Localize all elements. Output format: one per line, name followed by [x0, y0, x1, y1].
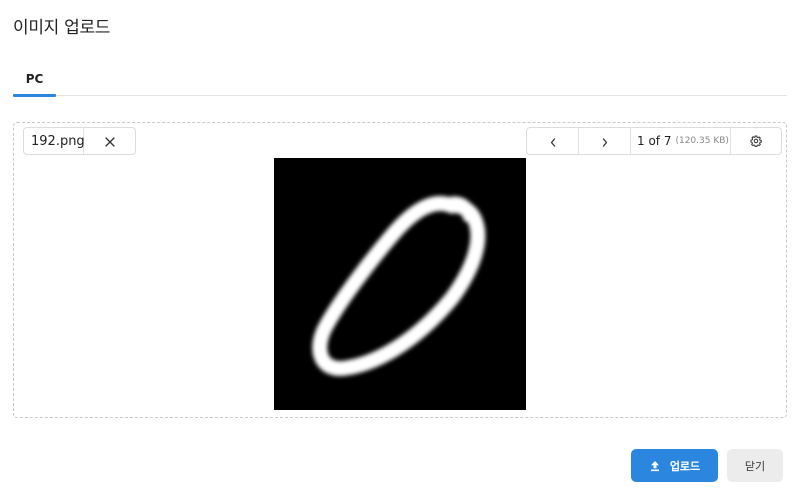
dialog-title: 이미지 업로드 [13, 18, 111, 38]
next-image-button[interactable] [579, 128, 631, 154]
tab-pc-label: PC [25, 72, 44, 86]
page-counter: 1 of 7 [637, 134, 672, 148]
file-chip: 192.png [23, 127, 136, 155]
image-pager: 1 of 7 (120.35 KB) [526, 127, 782, 155]
upload-button-label: 업로드 [669, 459, 701, 473]
handwritten-digit-zero-image [274, 158, 526, 410]
remove-file-button[interactable] [84, 128, 135, 154]
image-upload-dialog: 이미지 업로드 PC 192.png 1 of 7 (120.35 KB) 업로… [0, 0, 801, 493]
upload-button[interactable]: 업로드 [631, 449, 718, 482]
file-name: 192.png [24, 128, 85, 154]
tab-pc[interactable]: PC [13, 60, 56, 97]
close-button-label: 닫기 [744, 459, 766, 473]
prev-image-button[interactable] [527, 128, 579, 154]
page-info: 1 of 7 (120.35 KB) [631, 128, 731, 154]
file-size: (120.35 KB) [675, 136, 729, 146]
close-icon [104, 132, 115, 151]
chevron-right-icon [602, 132, 608, 151]
gear-icon [750, 132, 762, 151]
image-preview [274, 158, 526, 410]
image-settings-button[interactable] [731, 128, 781, 154]
upload-dropzone[interactable]: 192.png 1 of 7 (120.35 KB) [13, 122, 787, 418]
chevron-left-icon [550, 132, 556, 151]
close-button[interactable]: 닫기 [727, 449, 783, 482]
source-tabs: PC [13, 60, 787, 97]
upload-icon [649, 460, 661, 472]
